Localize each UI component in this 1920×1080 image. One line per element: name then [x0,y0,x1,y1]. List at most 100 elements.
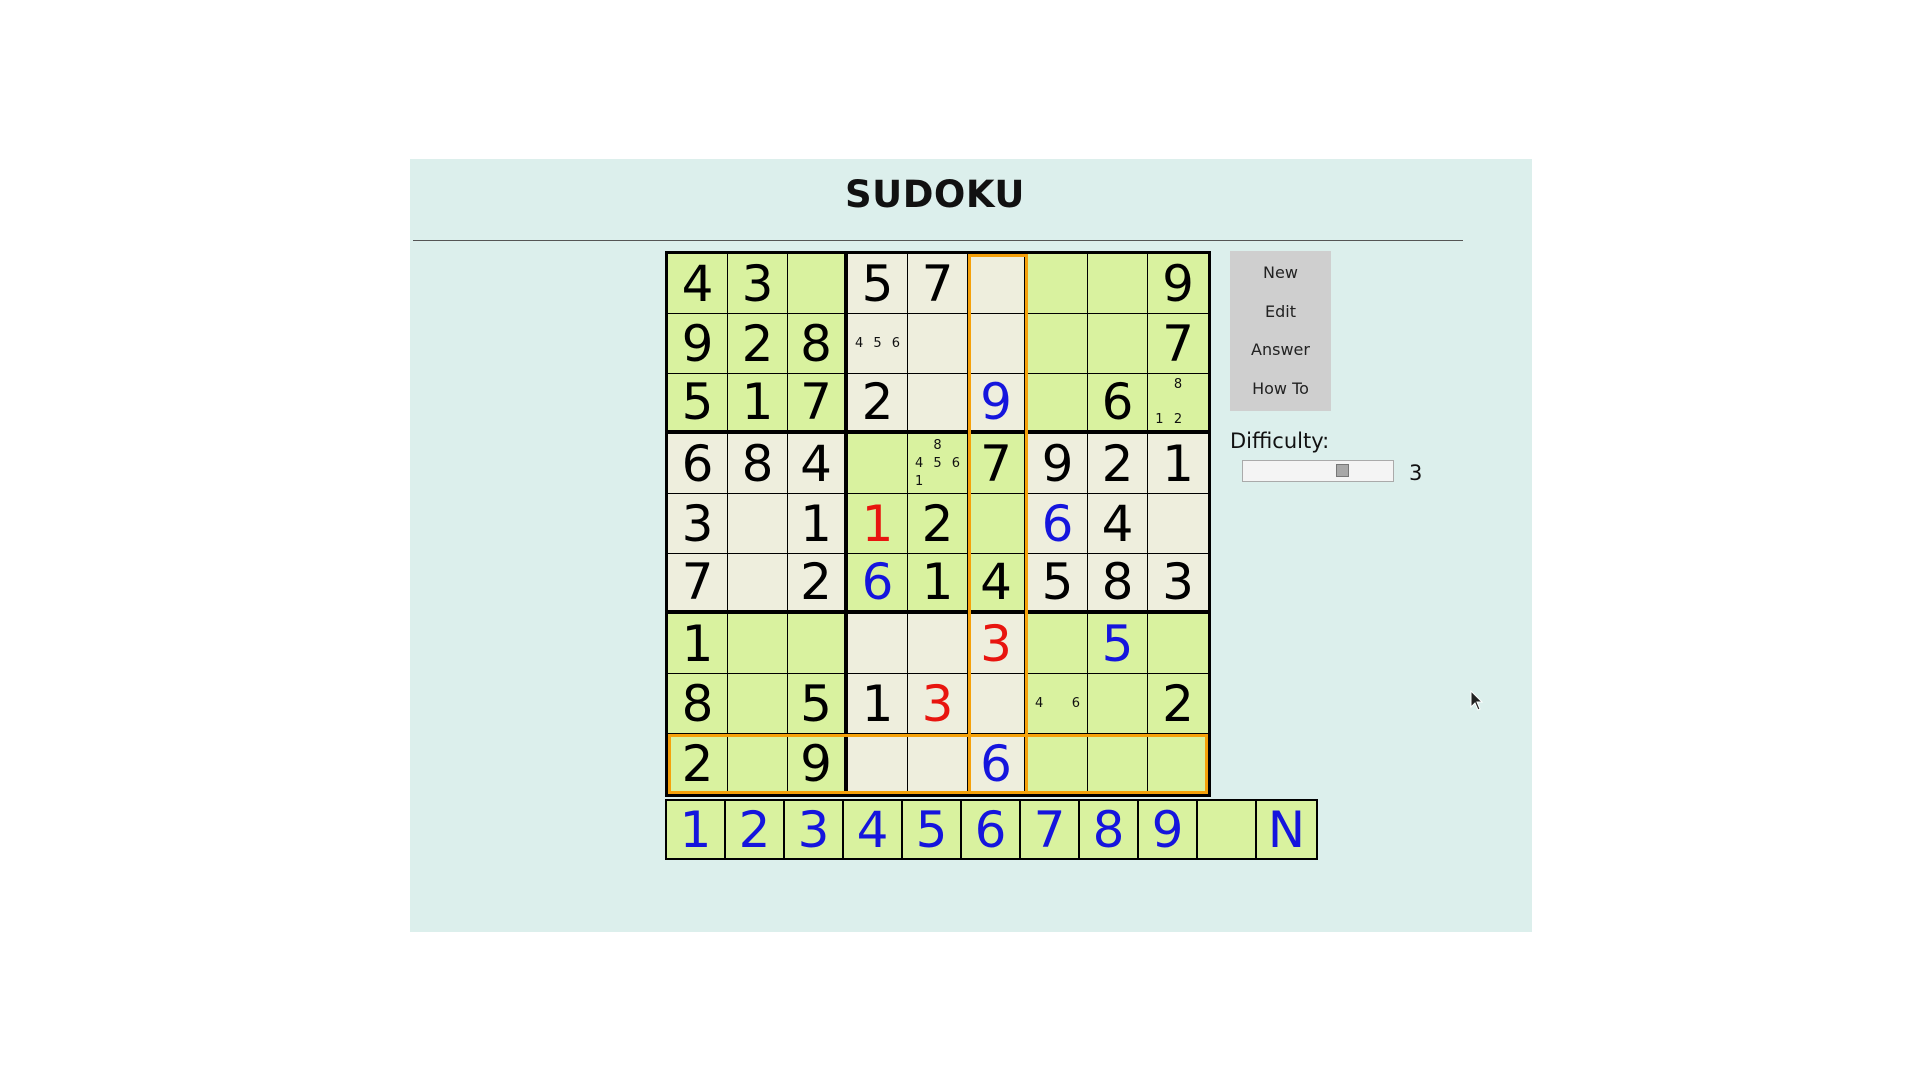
board-cell[interactable]: 2 [1148,674,1208,734]
board-cell[interactable]: 8 [788,314,848,374]
board-cell[interactable]: 8456 1 [908,434,968,494]
board-cell[interactable] [908,614,968,674]
edit-button[interactable]: Edit [1230,300,1331,324]
board-cell[interactable]: 7 [968,434,1028,494]
new-button[interactable]: New [1230,261,1331,285]
palette-digit[interactable]: 7 [1021,801,1080,859]
board-cell[interactable] [728,494,788,554]
board-cell[interactable]: 7 [908,254,968,314]
board-cell[interactable]: 8 [668,674,728,734]
palette-digit[interactable]: 6 [962,801,1021,859]
board-cell[interactable] [1088,734,1148,794]
board-cell[interactable]: 5 [1028,554,1088,614]
board-cell[interactable] [788,614,848,674]
board-cell[interactable] [848,434,908,494]
board-cell[interactable] [728,614,788,674]
board-cell[interactable]: 2 [668,734,728,794]
palette-digit[interactable]: 4 [844,801,903,859]
board-cell[interactable]: 2 [728,314,788,374]
board-cell[interactable]: 2 [1088,434,1148,494]
board-cell[interactable]: 5 [1088,614,1148,674]
board-cell[interactable] [908,374,968,434]
board-cell[interactable]: 6 [668,434,728,494]
board-cell[interactable] [1148,734,1208,794]
board-cell[interactable]: 6 [968,734,1028,794]
board-cell[interactable] [728,674,788,734]
board-cell[interactable]: 3 [1148,554,1208,614]
board-cell[interactable]: 1 [848,674,908,734]
board-cell[interactable]: 4 [788,434,848,494]
board-cell[interactable]: 8 [1088,554,1148,614]
board-cell[interactable] [1028,734,1088,794]
board-cell[interactable]: 456 [848,314,908,374]
board-cell[interactable]: 3 [908,674,968,734]
board-cell[interactable]: 8 12 [1148,374,1208,434]
board-cell[interactable] [908,314,968,374]
board-cell[interactable]: 5 [848,254,908,314]
palette-digit[interactable]: 2 [726,801,785,859]
board-cell[interactable]: 9 [668,314,728,374]
board-cell[interactable] [968,254,1028,314]
palette-clear[interactable] [1198,801,1257,858]
board-cell[interactable] [1088,674,1148,734]
palette-digit[interactable]: 9 [1139,801,1198,859]
board-cell[interactable]: 1 [908,554,968,614]
board-cell[interactable] [728,734,788,794]
board-cell[interactable] [1148,494,1208,554]
answer-button[interactable]: Answer [1230,338,1331,362]
board-cell[interactable]: 5 [668,374,728,434]
board-cell[interactable] [968,494,1028,554]
board-cell[interactable]: 1 [728,374,788,434]
board-cell[interactable] [1088,254,1148,314]
difficulty-slider[interactable] [1242,460,1394,482]
how-to-button[interactable]: How To [1230,377,1331,401]
board-cell[interactable]: 2 [848,374,908,434]
board-cell[interactable]: 46 [1028,674,1088,734]
board-cell[interactable]: 2 [788,554,848,614]
board-cell[interactable]: 3 [728,254,788,314]
board-cell[interactable]: 3 [668,494,728,554]
board-cell[interactable] [848,614,908,674]
board-cell[interactable]: 9 [1148,254,1208,314]
board-cell[interactable]: 9 [788,734,848,794]
board-cell[interactable]: 7 [1148,314,1208,374]
palette-notes-toggle[interactable]: N [1257,801,1316,859]
board-cell[interactable]: 1 [788,494,848,554]
board-cell[interactable] [848,734,908,794]
palette-digit[interactable]: 3 [785,801,844,859]
board-cell[interactable] [1028,374,1088,434]
board-cell[interactable]: 8 [728,434,788,494]
board-cell[interactable]: 6 [848,554,908,614]
board-cell[interactable] [968,674,1028,734]
board-cell[interactable]: 7 [788,374,848,434]
board-cell[interactable]: 9 [968,374,1028,434]
board-cell[interactable]: 4 [968,554,1028,614]
board-cell[interactable]: 7 [668,554,728,614]
board-cell[interactable]: 6 [1088,374,1148,434]
palette-digit[interactable]: 5 [903,801,962,859]
board-cell[interactable] [728,554,788,614]
board-cell[interactable]: 4 [1088,494,1148,554]
palette-digit[interactable]: 1 [667,801,726,859]
board-cell[interactable] [1028,614,1088,674]
board-cell[interactable]: 3 [968,614,1028,674]
board-cell[interactable] [1028,254,1088,314]
board-cell[interactable]: 6 [1028,494,1088,554]
board-cell[interactable] [1088,314,1148,374]
board-cell[interactable] [908,734,968,794]
board-cell[interactable]: 5 [788,674,848,734]
board-cell[interactable] [1028,314,1088,374]
board-cell[interactable]: 1 [848,494,908,554]
board-cell[interactable]: 1 [668,614,728,674]
board-cell[interactable] [968,314,1028,374]
pencil-notes: 456 [850,316,905,371]
board-cell[interactable]: 4 [668,254,728,314]
board-cell[interactable] [788,254,848,314]
board-cell[interactable] [1148,614,1208,674]
difficulty-slider-thumb[interactable] [1336,464,1350,477]
board-cell[interactable]: 9 [1028,434,1088,494]
board-cell[interactable]: 2 [908,494,968,554]
board-cell[interactable]: 1 [1148,434,1208,494]
cell-digit: 8 [681,674,714,733]
palette-digit[interactable]: 8 [1080,801,1139,859]
